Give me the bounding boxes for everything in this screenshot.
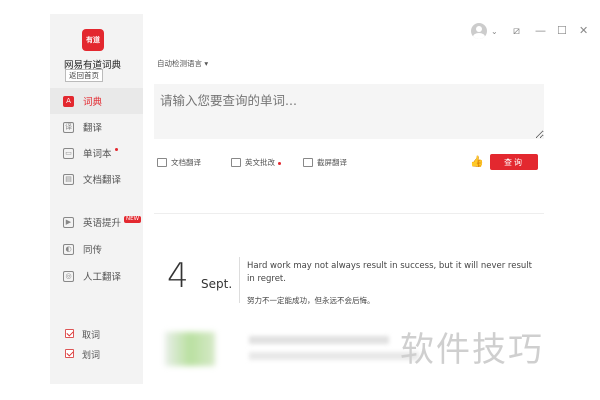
proofread-button[interactable]: 英文批改 [231,157,281,168]
document-icon: ▤ [63,173,74,185]
divider [154,213,544,214]
sidebar-item-label: 同传 [83,245,103,256]
dictionary-icon: A [63,95,74,107]
mini-mode-icon[interactable]: ⧄ [513,24,520,38]
language-select[interactable]: 自动检测语言 ▾ [157,58,208,69]
select-word-checkbox[interactable] [65,349,74,358]
sidebar-item-label: 英语提升 NEW [83,216,142,229]
edit-icon [231,158,241,167]
daily-month: Sept. [201,277,233,291]
avatar-icon[interactable] [471,23,487,39]
daily-quote-english: Hard work may not always result in succe… [247,261,532,284]
search-input[interactable] [154,84,544,139]
sidebar-item-wordbook[interactable]: ▭ 单词本 [50,140,143,166]
screenshot-translate-label: 截屏翻译 [317,158,347,167]
blurred-image [165,332,215,366]
notification-dot [278,162,281,165]
app-logo: 有道 [82,29,104,51]
capture-word-checkbox[interactable] [65,329,74,338]
back-home-button[interactable]: 返回首页 [65,69,103,82]
sidebar-item-interpretation[interactable]: ◐ 同传 [50,236,143,262]
chevron-down-icon[interactable]: ⌄ [491,27,498,36]
sidebar-item-label: 人工翻译 [83,272,122,283]
sidebar: 有道 网易有道词典 返回首页 A 词典 译 翻译 ▭ 单词本 ▤ 文档翻译 ▶ … [50,14,143,384]
headset-icon: ◐ [63,243,74,255]
proofread-label: 英文批改 [245,158,275,167]
watermark: 软件技巧 [400,330,544,370]
daily-day: 4 [167,256,189,296]
maximize-icon[interactable]: ☐ [557,24,567,37]
close-icon[interactable]: ✕ [579,24,588,37]
thumbs-up-icon[interactable]: 👍 [470,155,484,168]
sidebar-item-label: 翻译 [83,123,103,134]
video-icon: ▶ [63,216,74,228]
sidebar-item-dictionary[interactable]: A 词典 [50,88,143,114]
new-badge: NEW [124,216,142,223]
minimize-icon[interactable]: — [535,24,546,37]
camera-icon [303,158,313,167]
quote-divider [239,257,240,303]
capture-word-label: 取词 [82,331,101,341]
notification-dot [114,148,118,151]
sidebar-item-english-boost[interactable]: ▶ 英语提升 NEW [50,209,143,235]
document-icon [157,158,167,167]
wordbook-icon: ▭ [63,147,74,159]
search-button[interactable]: 查询 [490,154,538,170]
doc-translate-label: 文档翻译 [171,158,201,167]
sidebar-item-translate[interactable]: 译 翻译 [50,114,143,140]
sidebar-item-doc-translate[interactable]: ▤ 文档翻译 [50,166,143,192]
daily-quote-chinese: 努力不一定能成功，但永远不会后悔。 [247,296,375,305]
doc-translate-button[interactable]: 文档翻译 [157,157,201,168]
blurred-text [249,352,419,360]
select-word-label: 划词 [82,351,101,361]
sidebar-item-label: 文档翻译 [83,175,122,186]
sidebar-item-label: 单词本 [83,146,118,160]
translate-icon: 译 [63,121,74,133]
blurred-text [249,336,389,344]
person-icon: ◎ [63,270,74,282]
screenshot-translate-button[interactable]: 截屏翻译 [303,157,347,168]
sidebar-item-human-translate[interactable]: ◎ 人工翻译 [50,263,143,289]
sidebar-item-label: 词典 [83,97,103,108]
